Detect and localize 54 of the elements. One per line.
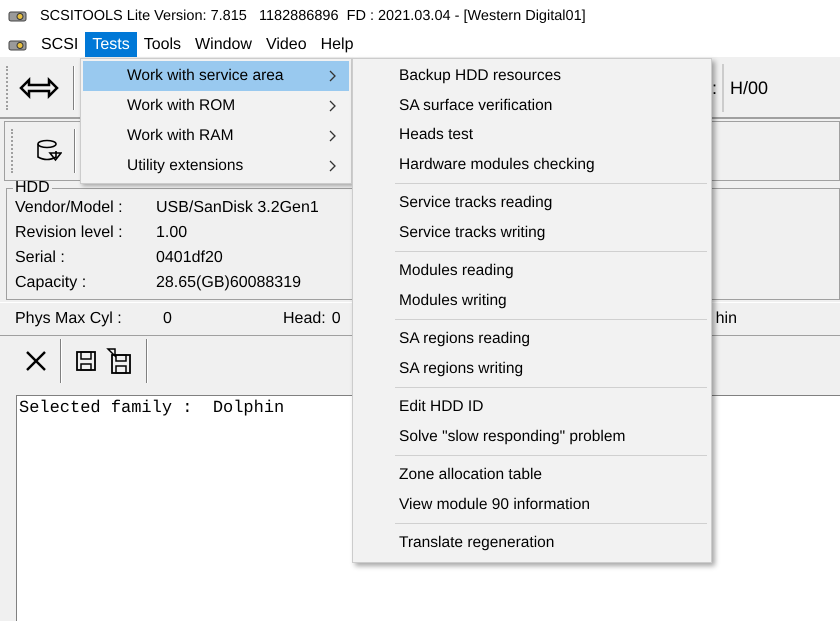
save-as-icon[interactable] bbox=[106, 347, 134, 375]
menu-item[interactable]: Solve "slow responding" problem bbox=[353, 422, 711, 451]
menu-item[interactable]: Backup HDD resources bbox=[353, 61, 711, 90]
menu-item[interactable]: SA surface verification bbox=[353, 90, 711, 120]
menu-item[interactable]: Help bbox=[314, 32, 360, 57]
menu-item[interactable]: Translate regeneration bbox=[353, 528, 711, 558]
chevron-icon bbox=[329, 70, 337, 82]
menu-item[interactable]: Work with service area bbox=[83, 61, 349, 91]
chevron-icon bbox=[329, 160, 337, 172]
field-value: 0 bbox=[332, 310, 341, 328]
field-label: Revision level : bbox=[15, 224, 124, 242]
menu-item[interactable]: View module 90 information bbox=[353, 490, 711, 519]
menu-item[interactable]: Service tracks reading bbox=[353, 188, 711, 218]
chevron-icon bbox=[329, 100, 337, 112]
menu-item[interactable]: Service tracks writing bbox=[353, 218, 711, 247]
field-label: Vendor/Model : bbox=[15, 198, 124, 216]
field-value: hin bbox=[716, 310, 737, 328]
field-label: Serial : bbox=[15, 248, 66, 266]
menu-item[interactable]: Heads test bbox=[353, 120, 711, 150]
menu-item[interactable]: Window bbox=[188, 32, 259, 57]
field-value: 0401df20 bbox=[156, 248, 223, 266]
field-label: : bbox=[712, 78, 717, 98]
close-icon[interactable] bbox=[24, 349, 48, 373]
field-value: USB/SanDisk 3.2Gen1 bbox=[156, 198, 319, 216]
field-value: 0 bbox=[163, 310, 173, 328]
window-title: SCSITOOLS Lite Version: 7.815 1182886896 FD : 2021.03.04 - [Western Digital01] bbox=[40, 8, 586, 24]
menu-item[interactable]: Tests bbox=[85, 32, 137, 57]
menu-item[interactable]: Utility extensions bbox=[83, 151, 349, 181]
field-label: Capacity : bbox=[15, 274, 88, 292]
menu-item[interactable]: SCSI bbox=[34, 32, 86, 57]
menu-item[interactable]: Hardware modules checking bbox=[353, 150, 711, 179]
head-field[interactable]: H/00 bbox=[722, 64, 782, 112]
field-label: Phys Max Cyl : bbox=[15, 310, 123, 328]
chevron-icon bbox=[329, 130, 337, 142]
field-label: Head: bbox=[283, 310, 326, 328]
menu-item[interactable]: Work with ROM bbox=[83, 91, 349, 121]
menu-item[interactable]: SA regions writing bbox=[353, 354, 711, 383]
menu-item[interactable]: Work with RAM bbox=[83, 121, 349, 151]
menu-item[interactable]: Edit HDD ID bbox=[353, 392, 711, 422]
menu-item[interactable]: Video bbox=[258, 32, 314, 57]
save-icon[interactable] bbox=[74, 349, 98, 373]
double-arrow-icon[interactable] bbox=[19, 76, 59, 100]
hard-drive-icon[interactable] bbox=[8, 38, 28, 52]
field-value: 28.65(GB)60088319 bbox=[156, 274, 301, 292]
database-icon[interactable] bbox=[36, 139, 62, 163]
menu-item[interactable]: Tools bbox=[136, 32, 188, 57]
menu-item[interactable]: Modules writing bbox=[353, 286, 711, 315]
hard-drive-icon bbox=[8, 9, 28, 23]
menu-item[interactable]: SA regions reading bbox=[353, 324, 711, 354]
menu-item[interactable]: Zone allocation table bbox=[353, 460, 711, 490]
menu-item[interactable]: Modules reading bbox=[353, 256, 711, 286]
log-line: Selected family : Dolphin bbox=[18, 398, 286, 420]
group-title: HDD bbox=[14, 181, 51, 195]
field-value: 1.00 bbox=[156, 224, 188, 242]
